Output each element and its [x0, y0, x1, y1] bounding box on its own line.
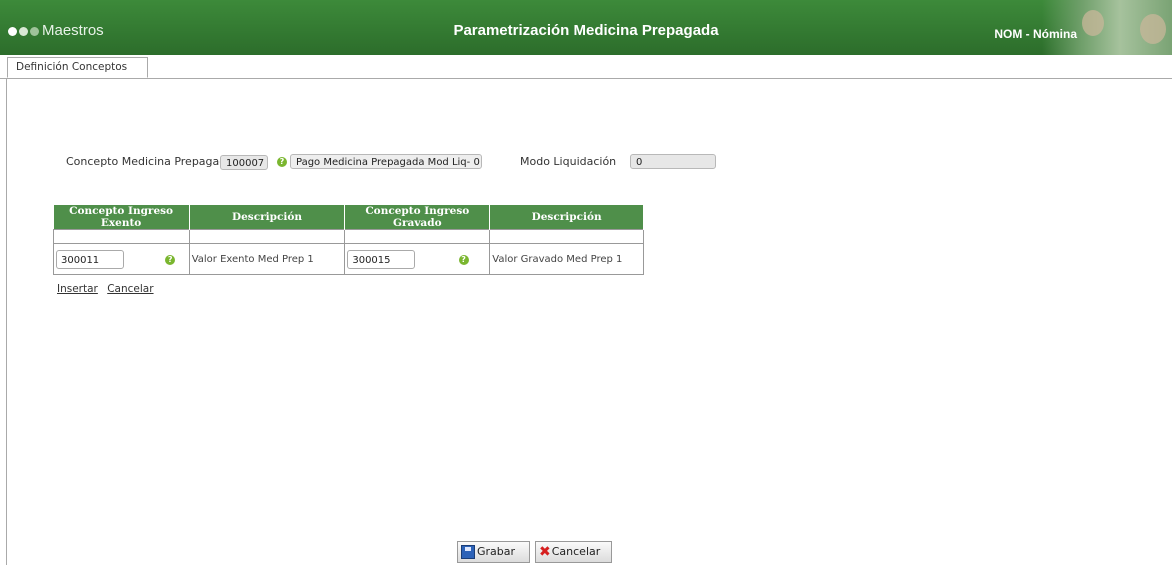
tab-definicion-conceptos[interactable]: Definición Conceptos	[7, 57, 148, 78]
concepto-label: Concepto Medicina Prepagada	[66, 155, 233, 168]
row-actions: Insertar Cancelar	[57, 283, 160, 295]
save-button-label: Grabar	[477, 545, 516, 558]
table-row: 300011 ? Valor Exento Med Prep 1 300015 …	[53, 243, 644, 275]
col-header: Concepto Ingreso Gravado	[344, 205, 491, 230]
help-icon[interactable]: ?	[165, 255, 176, 265]
gravado-desc-cell: Valor Gravado Med Prep 1	[489, 243, 644, 275]
empty-cell	[188, 229, 346, 244]
exento-code-cell: 300011 ?	[53, 243, 190, 275]
content-border	[6, 78, 7, 565]
col-header: Descripción	[189, 205, 346, 230]
concepto-code-field[interactable]: 100007	[220, 155, 268, 170]
insert-link[interactable]: Insertar	[57, 283, 98, 295]
help-icon[interactable]: ?	[458, 255, 469, 265]
top-bar: Maestros Parametrización Medicina Prepag…	[0, 0, 1172, 55]
table-header-row: Concepto Ingreso Exento Descripción Conc…	[53, 205, 644, 230]
exento-desc-cell: Valor Exento Med Prep 1	[188, 243, 346, 275]
cancel-button[interactable]: ✖Cancelar	[535, 541, 612, 563]
modo-field[interactable]: 0	[630, 154, 716, 169]
gravado-code-cell: 300015 ?	[344, 243, 491, 275]
empty-cell	[489, 229, 644, 244]
exento-code-input[interactable]: 300011	[56, 249, 124, 269]
empty-cell	[344, 229, 491, 244]
user-module-label: NOM - Nómina	[994, 27, 1077, 41]
cancel-link[interactable]: Cancelar	[107, 283, 153, 295]
col-header: Concepto Ingreso Exento	[53, 205, 190, 230]
col-header: Descripción	[489, 205, 644, 230]
cancel-button-label: Cancelar	[551, 545, 601, 558]
close-icon: ✖	[539, 544, 551, 560]
table-filter-row	[53, 229, 644, 244]
modo-label: Modo Liquidación	[520, 155, 617, 168]
floppy-disk-icon	[461, 545, 475, 559]
concepts-table: Concepto Ingreso Exento Descripción Conc…	[53, 205, 644, 275]
concepto-desc-field: Pago Medicina Prepagada Mod Liq- 0	[290, 154, 482, 169]
save-button[interactable]: Grabar	[457, 541, 530, 563]
empty-cell	[53, 229, 190, 244]
help-icon[interactable]: ?	[277, 157, 287, 167]
tab-bar: Definición Conceptos	[0, 55, 1172, 79]
gravado-code-input[interactable]: 300015	[347, 249, 416, 269]
